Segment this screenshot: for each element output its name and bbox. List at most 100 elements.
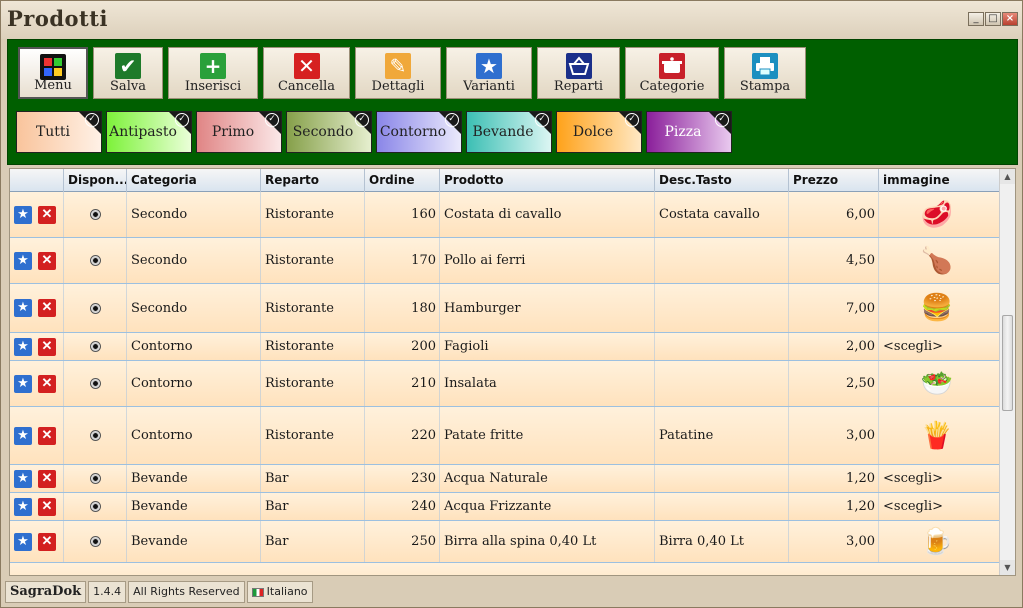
table-row-partial[interactable] xyxy=(10,563,1000,575)
reparto-cell[interactable]: Bar xyxy=(261,465,365,492)
column-header-categoria[interactable]: Categoria xyxy=(127,169,261,192)
immagine-cell[interactable]: 🥩 xyxy=(879,192,1000,237)
star-icon[interactable]: ★ xyxy=(14,299,32,317)
delete-row-icon[interactable]: ✕ xyxy=(38,251,56,270)
availability-cell[interactable] xyxy=(64,407,127,464)
star-icon[interactable]: ★ xyxy=(14,426,32,445)
delete-row-icon[interactable]: ✕ xyxy=(38,337,56,356)
prezzo-cell[interactable]: 7,00 xyxy=(789,284,879,332)
immagine-cell[interactable]: <scegli> xyxy=(879,333,1000,360)
category-tab-secondo[interactable]: Secondo ✓ xyxy=(286,111,372,153)
category-tab-primo[interactable]: Primo ✓ xyxy=(196,111,282,153)
delete-row-icon[interactable]: ✕ xyxy=(38,205,56,224)
category-tab-contorno[interactable]: Contorno ✓ xyxy=(376,111,462,153)
vertical-scrollbar[interactable]: ▲ ▼ xyxy=(999,169,1015,575)
availability-radio[interactable] xyxy=(89,341,101,352)
ordine-cell[interactable]: 250 xyxy=(365,521,440,562)
prodotto-cell[interactable]: Costata di cavallo xyxy=(440,192,655,237)
star-icon[interactable]: ★ xyxy=(14,251,32,270)
delete-row-icon[interactable]: ✕ xyxy=(38,426,56,445)
table-row[interactable]: ★ ✕ Secondo Ristorante 170 Pollo ai ferri 4,50… xyxy=(10,238,1000,284)
immagine-cell[interactable]: <scegli> xyxy=(879,465,1000,492)
prodotto-cell[interactable]: Acqua Frizzante xyxy=(440,493,655,520)
scroll-up-icon[interactable]: ▲ xyxy=(1000,169,1015,184)
availability-cell[interactable] xyxy=(64,192,127,237)
availability-radio[interactable] xyxy=(89,536,101,547)
close-button[interactable]: × xyxy=(1002,12,1018,26)
delete-row-icon[interactable]: ✕ xyxy=(38,497,56,516)
menu-button[interactable]: Menu xyxy=(18,47,88,99)
availability-cell[interactable] xyxy=(64,361,127,406)
table-row[interactable]: ★ ✕ Secondo Ristorante 180 Hamburger 7,00 🍔 xyxy=(10,284,1000,333)
prezzo-cell[interactable]: 1,20 xyxy=(789,493,879,520)
column-header-immagine[interactable]: immagine xyxy=(879,169,1000,192)
immagine-cell[interactable]: 🍟 xyxy=(879,407,1000,464)
delete-button[interactable]: ✕ Cancella xyxy=(263,47,350,99)
column-header-disponibile[interactable]: Dispon... xyxy=(64,169,127,192)
desc-tasto-cell[interactable] xyxy=(655,493,789,520)
table-row[interactable]: ★ ✕ Bevande Bar 230 Acqua Naturale 1,20 <scegli… xyxy=(10,465,1000,493)
availability-radio[interactable] xyxy=(89,473,101,484)
availability-radio[interactable] xyxy=(89,209,101,220)
categoria-cell[interactable]: Bevande xyxy=(127,465,261,492)
scrollbar-thumb[interactable] xyxy=(1002,315,1013,411)
prezzo-cell[interactable]: 6,00 xyxy=(789,192,879,237)
category-tab-tutti[interactable]: Tutti ✓ xyxy=(16,111,102,153)
desc-tasto-cell[interactable] xyxy=(655,238,789,283)
scroll-down-icon[interactable]: ▼ xyxy=(1000,560,1015,575)
categoria-cell[interactable]: Contorno xyxy=(127,361,261,406)
prezzo-cell[interactable]: 2,50 xyxy=(789,361,879,406)
desc-tasto-cell[interactable]: Birra 0,40 Lt xyxy=(655,521,789,562)
availability-radio[interactable] xyxy=(89,255,101,266)
reparto-cell[interactable]: Ristorante xyxy=(261,238,365,283)
insert-button[interactable]: + Inserisci xyxy=(168,47,258,99)
delete-row-icon[interactable]: ✕ xyxy=(38,532,56,551)
categoria-cell[interactable]: Contorno xyxy=(127,407,261,464)
ordine-cell[interactable]: 180 xyxy=(365,284,440,332)
categories-button[interactable]: Categorie xyxy=(625,47,719,99)
availability-cell[interactable] xyxy=(64,238,127,283)
delete-row-icon[interactable]: ✕ xyxy=(38,469,56,488)
desc-tasto-cell[interactable] xyxy=(655,465,789,492)
ordine-cell[interactable]: 210 xyxy=(365,361,440,406)
star-icon[interactable]: ★ xyxy=(14,469,32,488)
minimize-button[interactable]: _ xyxy=(968,12,984,26)
column-header-prezzo[interactable]: Prezzo xyxy=(789,169,879,192)
prezzo-cell[interactable]: 4,50 xyxy=(789,238,879,283)
ordine-cell[interactable]: 170 xyxy=(365,238,440,283)
column-header-prodotto[interactable]: Prodotto xyxy=(440,169,655,192)
maximize-button[interactable]: □ xyxy=(985,12,1001,26)
table-row[interactable]: ★ ✕ Contorno Ristorante 200 Fagioli 2,00 <scegl… xyxy=(10,333,1000,361)
category-tab-antipasto[interactable]: Antipasto ✓ xyxy=(106,111,192,153)
prodotto-cell[interactable]: Hamburger xyxy=(440,284,655,332)
table-row[interactable]: ★ ✕ Secondo Ristorante 160 Costata di cavallo… xyxy=(10,192,1000,238)
prodotto-cell[interactable]: Fagioli xyxy=(440,333,655,360)
availability-radio[interactable] xyxy=(89,302,101,314)
availability-cell[interactable] xyxy=(64,521,127,562)
desc-tasto-cell[interactable]: Costata cavallo xyxy=(655,192,789,237)
prodotto-cell[interactable]: Pollo ai ferri xyxy=(440,238,655,283)
prodotto-cell[interactable]: Birra alla spina 0,40 Lt xyxy=(440,521,655,562)
desc-tasto-cell[interactable] xyxy=(655,333,789,360)
prezzo-cell[interactable]: 3,00 xyxy=(789,521,879,562)
star-icon[interactable]: ★ xyxy=(14,205,32,224)
reparto-cell[interactable]: Bar xyxy=(261,521,365,562)
table-row[interactable]: ★ ✕ Contorno Ristorante 210 Insalata 2,50 🥗 xyxy=(10,361,1000,407)
category-tab-pizza[interactable]: Pizza ✓ xyxy=(646,111,732,153)
column-header-desc-tasto[interactable]: Desc.Tasto xyxy=(655,169,789,192)
table-row[interactable]: ★ ✕ Contorno Ristorante 220 Patate fritte Pata… xyxy=(10,407,1000,465)
star-icon[interactable]: ★ xyxy=(14,497,32,516)
reparto-cell[interactable]: Ristorante xyxy=(261,361,365,406)
prezzo-cell[interactable]: 1,20 xyxy=(789,465,879,492)
immagine-cell[interactable]: 🍺 xyxy=(879,521,1000,562)
star-icon[interactable]: ★ xyxy=(14,532,32,551)
category-tab-bevande[interactable]: Bevande ✓ xyxy=(466,111,552,153)
desc-tasto-cell[interactable]: Patatine xyxy=(655,407,789,464)
reparto-cell[interactable]: Ristorante xyxy=(261,333,365,360)
table-row[interactable]: ★ ✕ Bevande Bar 240 Acqua Frizzante 1,20 <scegl… xyxy=(10,493,1000,521)
table-row[interactable]: ★ ✕ Bevande Bar 250 Birra alla spina 0,40 Lt B… xyxy=(10,521,1000,563)
desc-tasto-cell[interactable] xyxy=(655,361,789,406)
reparto-cell[interactable]: Ristorante xyxy=(261,284,365,332)
prodotto-cell[interactable]: Insalata xyxy=(440,361,655,406)
column-header-reparto[interactable]: Reparto xyxy=(261,169,365,192)
